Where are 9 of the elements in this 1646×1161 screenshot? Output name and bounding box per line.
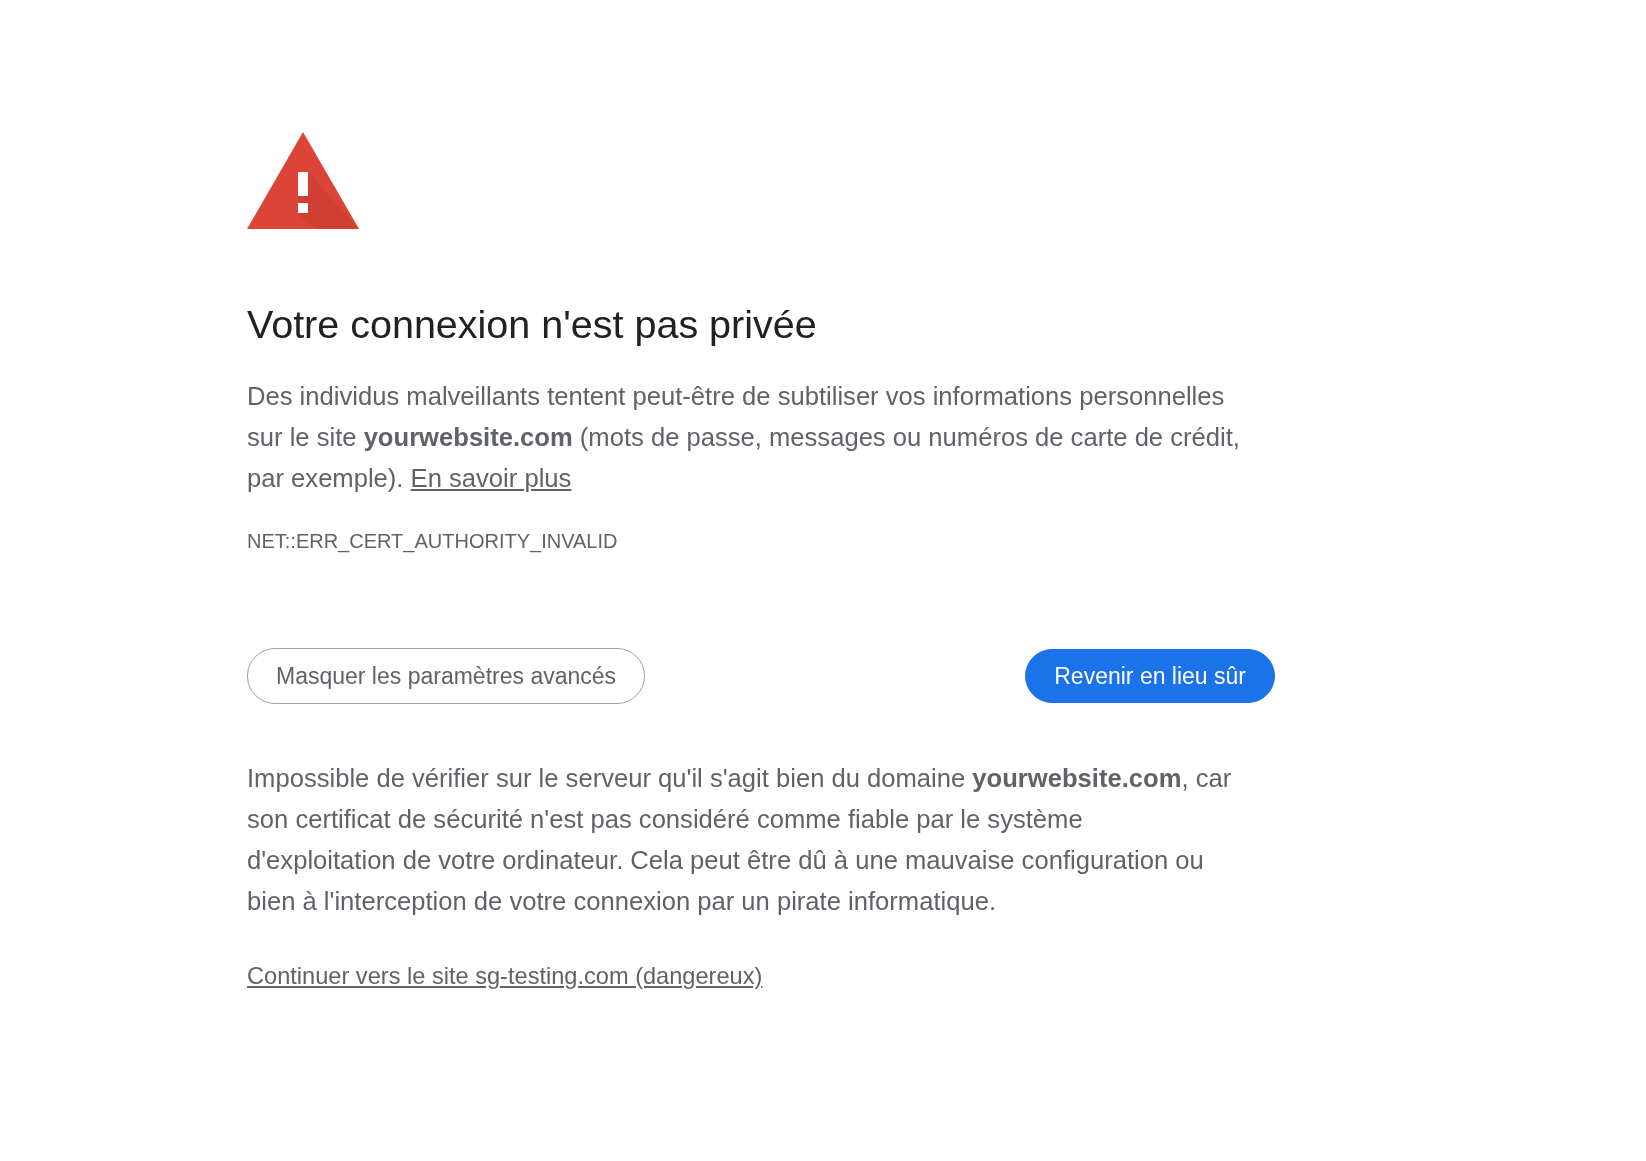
learn-more-link[interactable]: En savoir plus <box>410 464 572 492</box>
page-heading: Votre connexion n'est pas privée <box>247 301 818 347</box>
warning-triangle-icon <box>247 132 359 229</box>
warning-paragraph: Des individus malveillants tentent peut-être de subtiliser vos informations personnelles sur le site yourwebsite.com (mots de passe, messages ou numéros de carte de crédit, par exemple). En savoir plus <box>247 381 1241 494</box>
back-to-safety-button[interactable]: Revenir en lieu sûr <box>1025 649 1275 703</box>
details-paragraph: Impossible de vérifier sur le serveur qu'il s'agit bien du domaine yourwebsite.com, car son certificat de sécurité n'est pas considéré comme fiable par le système d'exploitation de votre ordinateur. Cela peut être dû à une mauvaise configuration ou bien à l'interception de votre connexion par un pirate informatique. <box>247 763 1233 917</box>
proceed-link[interactable]: Continuer vers le site sg-testing.com (dangereux) <box>247 960 763 992</box>
error-code: NET::ERR_CERT_AUTHORITY_INVALID <box>247 529 619 554</box>
advanced-settings-button[interactable]: Masquer les paramètres avancés <box>247 648 646 704</box>
